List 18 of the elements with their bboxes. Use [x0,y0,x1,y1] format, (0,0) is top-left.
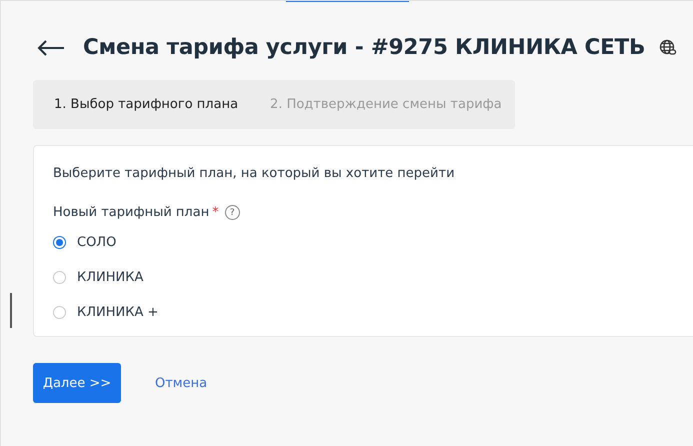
cancel-link[interactable]: Отмена [155,376,208,390]
radio-label[interactable]: СОЛО [77,235,116,250]
globe-icon[interactable] [659,38,678,56]
radio-button[interactable] [53,236,66,249]
text-cursor [10,293,12,328]
step-label: 2. Подтверждение смены тарифа [270,97,502,112]
radio-button[interactable] [53,271,66,284]
instruction-text: Выберите тарифный план, на который вы хотите перейти [53,166,456,181]
field-label: Новый тарифный план [53,205,210,220]
step-label: 1. Выбор тарифного плана [54,97,238,112]
page-title: Смена тарифа услуги - #9275 КЛИНИКА СЕТЬ [83,35,646,60]
required-mark: * [212,205,219,220]
back-arrow-icon[interactable] [37,40,65,56]
radio-label[interactable]: КЛИНИКА + [77,305,158,320]
radio-label[interactable]: КЛИНИКА [77,270,144,285]
radio-button[interactable] [53,306,66,319]
next-button[interactable]: Далее >> [33,363,121,403]
help-icon[interactable]: ? [224,205,240,220]
